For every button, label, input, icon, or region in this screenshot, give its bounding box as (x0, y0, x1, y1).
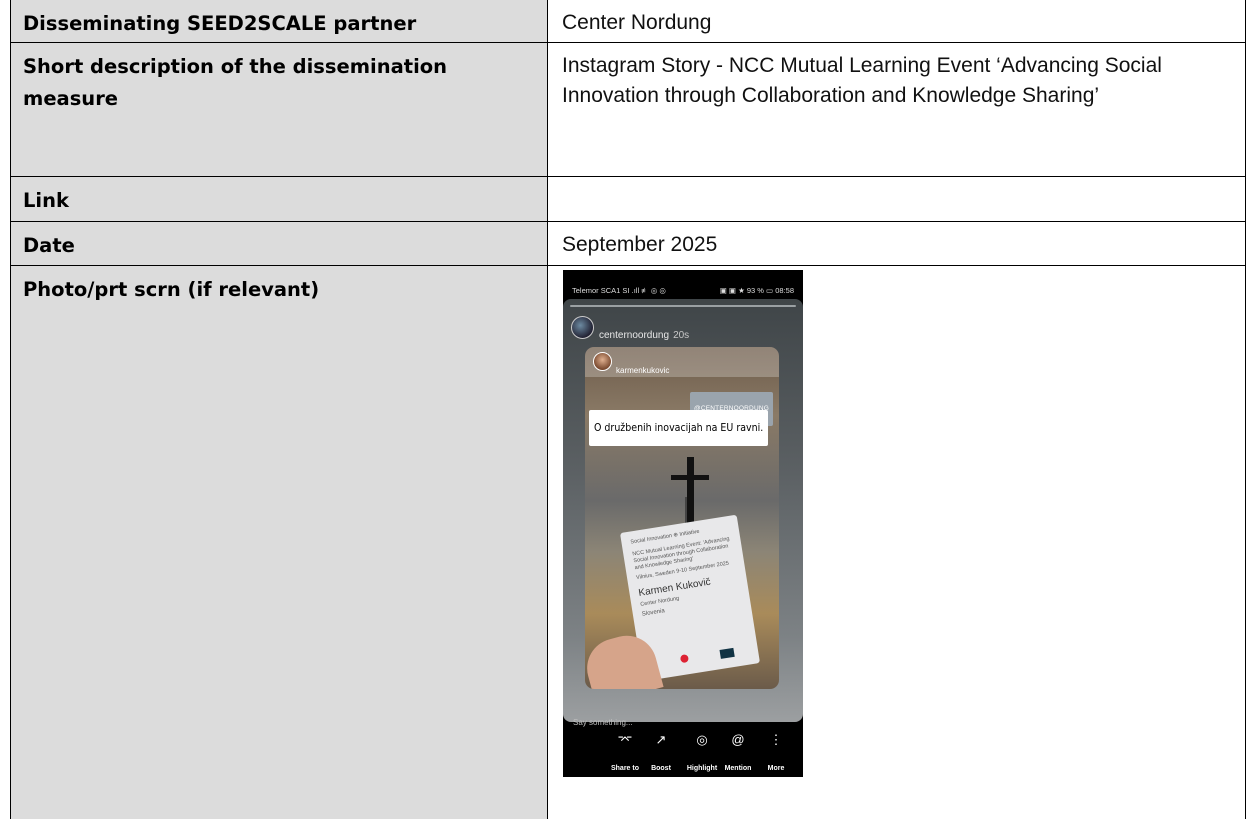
table-row: Photo/prt scrn (if relevant) Telemor SCA… (10, 265, 1246, 819)
table-row: Link (10, 176, 1246, 223)
table-row: Date September 2025 (10, 221, 1246, 267)
card-header (585, 347, 779, 378)
eu-flag-icon (719, 648, 735, 660)
account-avatar (571, 316, 594, 340)
story-frame: centernoordung 20s karmenkukovic @CENTERN… (563, 299, 803, 727)
background-cross-bar (671, 475, 709, 481)
date-value: September 2025 (547, 221, 1246, 267)
photo-label: Photo/prt scrn (if relevant) (10, 265, 548, 819)
story-time: 20s (673, 330, 690, 342)
reshared-story-card: karmenkukovic @CENTERNOORDUNG O družbeni… (585, 347, 779, 690)
story-caption: O družbenih inovacijah na EU ravni. (589, 410, 769, 447)
table-row: Disseminating SEED2SCALE partner Center … (10, 0, 1246, 43)
partner-value: Center Nordung (547, 0, 1246, 43)
description-value: Instagram Story - NCC Mutual Learning Ev… (547, 41, 1246, 178)
dissemination-table: Disseminating SEED2SCALE partner Center … (10, 0, 1246, 819)
link-value (547, 176, 1246, 223)
photo-cell: Telemor SCA1 SI .ıll ≢ ◎ ◎ ▣ ▣ ★ 93 % ▭ … (547, 265, 1246, 819)
link-label: Link (10, 176, 548, 223)
badge-red-dot (679, 654, 689, 664)
description-label: Short description of the dissemination m… (10, 41, 548, 178)
date-label: Date (10, 221, 548, 267)
story-progress-bar (570, 305, 796, 308)
poster-name: karmenkukovic (616, 366, 670, 376)
boost-icon: ↗ (655, 732, 667, 748)
instagram-story-screenshot: Telemor SCA1 SI .ıll ≢ ◎ ◎ ▣ ▣ ★ 93 % ▭ … (563, 270, 803, 778)
status-bar: Telemor SCA1 SI .ıll ≢ ◎ ◎ ▣ ▣ ★ 93 % ▭ … (572, 276, 794, 295)
more-icon: ⋮ (769, 732, 783, 748)
more-label: More (767, 765, 785, 773)
more-button[interactable]: ⋮ More (754, 732, 798, 777)
table-row: Short description of the dissemination m… (10, 41, 1246, 178)
account-name: centernoordung (599, 330, 670, 342)
boost-label: Boost (651, 765, 671, 773)
story-actions: ⌤ Share to ↗ Boost ◎ Highlight @ Mention (563, 730, 803, 777)
boost-button[interactable]: ↗ Boost (639, 732, 683, 777)
partner-label: Disseminating SEED2SCALE partner (10, 0, 548, 43)
